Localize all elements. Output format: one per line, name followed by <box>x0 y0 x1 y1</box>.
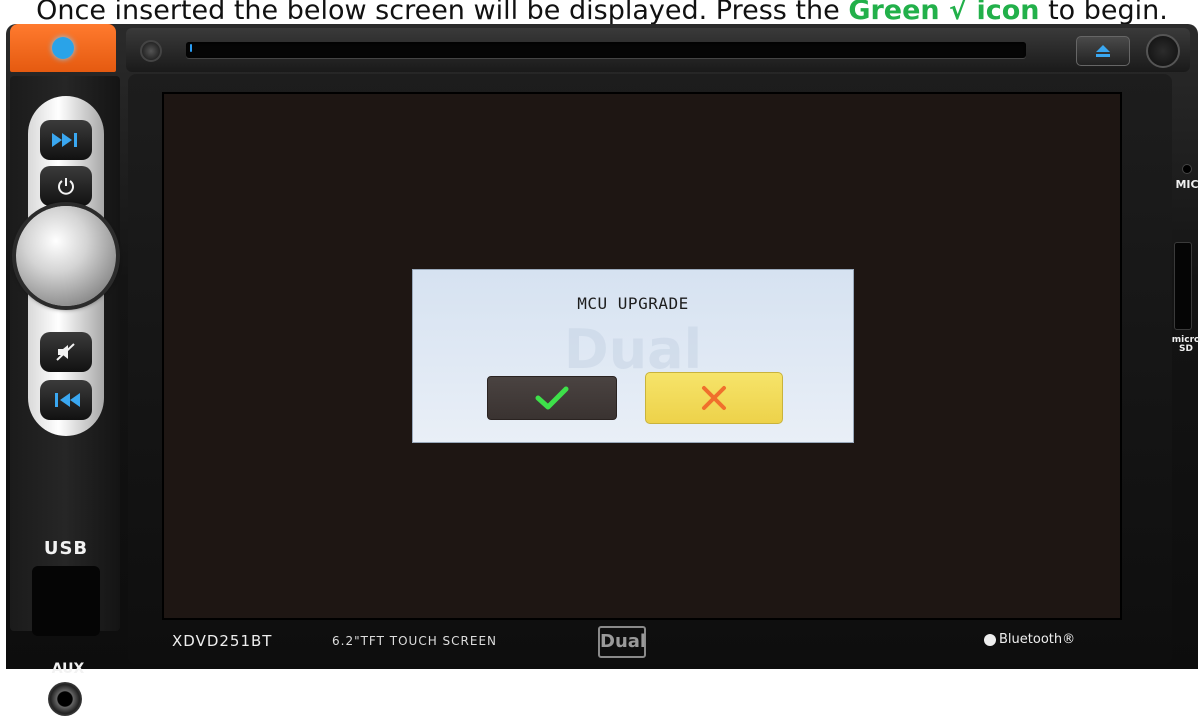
aux-jack[interactable] <box>48 682 82 716</box>
model-name: XDVD251BT <box>172 632 273 650</box>
microsd-label: micro SD <box>1171 335 1201 354</box>
screen-bezel: Dual MCU UPGRADE <box>128 74 1172 664</box>
mute-button[interactable] <box>40 332 92 372</box>
power-icon <box>58 178 74 195</box>
bluetooth-logo: Bluetooth® <box>984 632 1075 647</box>
mcu-upgrade-dialog: Dual MCU UPGRADE <box>412 269 854 443</box>
usb-port[interactable] <box>32 566 100 636</box>
eject-icon <box>1096 45 1110 57</box>
usb-label: USB <box>43 538 89 559</box>
microsd-slot[interactable] <box>1174 242 1192 330</box>
reset-button[interactable] <box>1146 34 1180 68</box>
microphone-icon <box>52 37 74 59</box>
mic-label: MIC <box>1175 178 1199 191</box>
brand-logo: Dual <box>598 626 646 658</box>
bluetooth-icon <box>984 633 996 646</box>
prev-track-button[interactable] <box>40 380 92 420</box>
status-led <box>190 44 192 52</box>
instruction-prefix: Once inserted the below screen will be d… <box>36 0 849 26</box>
skip-next-icon <box>52 133 77 147</box>
ir-sensor <box>140 40 162 62</box>
head-unit: USB AUX Dual MCU UPGRADE MIC micro SD XD… <box>6 24 1200 716</box>
microphone-hole <box>1182 164 1192 174</box>
cancel-button[interactable] <box>645 372 783 424</box>
eject-button[interactable] <box>1076 36 1130 66</box>
power-button[interactable] <box>40 166 92 206</box>
voice-button[interactable] <box>10 24 116 72</box>
close-x-icon <box>702 386 726 410</box>
checkmark-icon <box>535 386 569 410</box>
bottom-bar: XDVD251BT 6.2"TFT TOUCH SCREEN Dual Blue… <box>136 624 1166 660</box>
touch-screen: Dual MCU UPGRADE <box>162 92 1122 620</box>
dialog-title: MCU UPGRADE <box>577 294 689 313</box>
volume-knob[interactable] <box>16 206 116 306</box>
confirm-button[interactable] <box>487 376 617 420</box>
disc-slot <box>186 42 1026 58</box>
instruction-suffix: to begin. <box>1039 0 1168 26</box>
mute-icon <box>56 343 75 361</box>
left-control-panel: USB AUX <box>10 76 120 716</box>
instruction-highlight: Green √ icon <box>848 0 1040 26</box>
screen-spec: 6.2"TFT TOUCH SCREEN <box>332 634 498 648</box>
aux-label: AUX <box>51 661 85 677</box>
top-strip <box>126 28 1190 72</box>
skip-previous-icon <box>55 393 80 407</box>
bluetooth-label: Bluetooth® <box>999 632 1076 647</box>
next-track-button[interactable] <box>40 120 92 160</box>
